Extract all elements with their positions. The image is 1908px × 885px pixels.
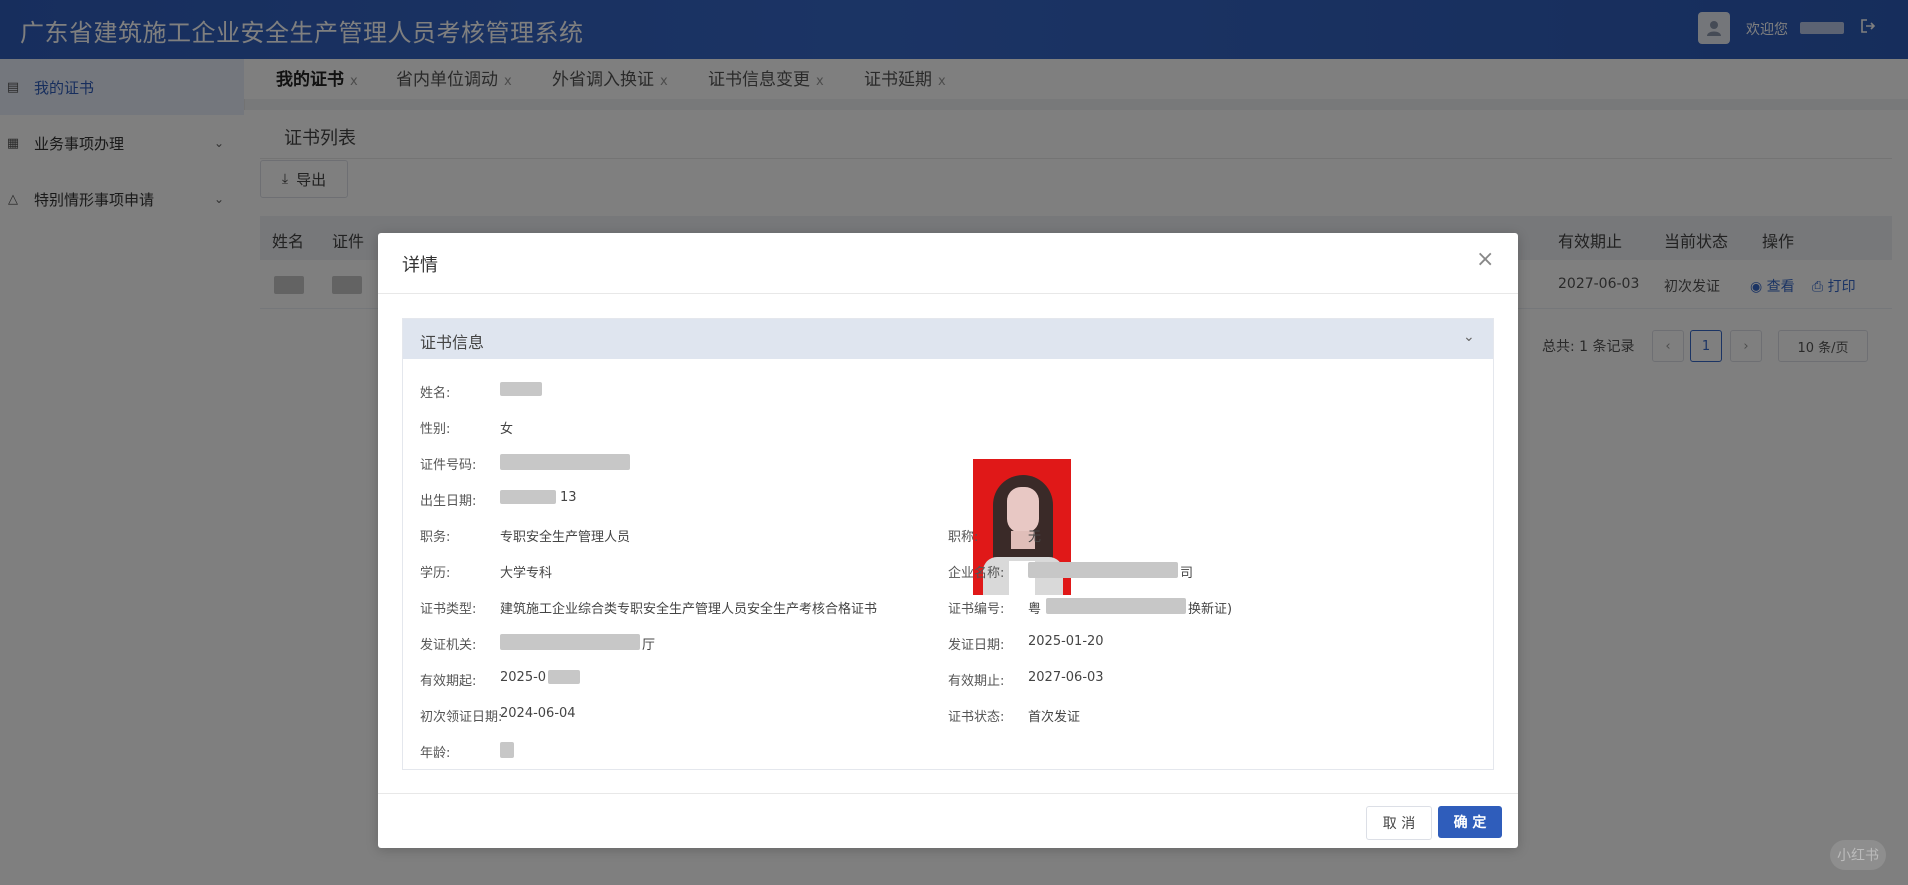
collapse-header[interactable]: 证书信息 ⌄ [403, 319, 1493, 359]
field-label: 职称: [948, 530, 979, 545]
details-dialog: 详情 × 证书信息 ⌄ 姓名: 性别: 女 证件号码: 出生日期: 13 职务:… [378, 233, 1518, 848]
field-value: 2024-06-04 [500, 706, 576, 721]
field-value: 13 [560, 490, 577, 505]
redacted-value [1028, 562, 1178, 578]
field-label: 证件号码: [420, 458, 477, 473]
field-value: 女 [500, 422, 514, 437]
field-label: 证书类型: [420, 602, 477, 617]
dialog-title: 详情 [402, 255, 438, 276]
field-label: 初次领证日期: [420, 710, 503, 725]
watermark-logo: 小红书 [1830, 840, 1886, 870]
field-value: 2027-06-03 [1028, 670, 1104, 685]
redacted-value [500, 382, 542, 396]
section-title: 证书信息 [420, 333, 485, 352]
redacted-value [500, 490, 556, 504]
field-value: 大学专科 [500, 566, 553, 581]
field-label: 性别: [420, 422, 451, 437]
field-label: 证书编号: [948, 602, 1005, 617]
field-label: 有效期止: [948, 674, 1005, 689]
field-value: 2025-01-20 [1028, 634, 1104, 649]
dialog-footer: 取 消 确 定 [378, 793, 1518, 849]
field-value: 专职安全生产管理人员 [500, 530, 631, 545]
field-value: 首次发证 [1028, 710, 1081, 725]
redacted-value [500, 454, 630, 470]
field-label: 职务: [420, 530, 451, 545]
redacted-value [500, 742, 514, 758]
chevron-down-icon[interactable]: ⌄ [1463, 329, 1475, 345]
field-label: 证书状态: [948, 710, 1005, 725]
field-label: 姓名: [420, 386, 451, 401]
close-icon[interactable]: × [1476, 247, 1494, 272]
cancel-button[interactable]: 取 消 [1366, 806, 1432, 840]
field-value: 建筑施工企业综合类专职安全生产管理人员安全生产考核合格证书 [500, 602, 878, 617]
field-label: 年龄: [420, 746, 451, 761]
redacted-value [548, 670, 580, 684]
field-label: 企业名称: [948, 566, 1005, 581]
field-value: 无 [1028, 530, 1042, 545]
field-value: 粤 [1028, 602, 1042, 617]
field-value: 厅 [642, 638, 656, 653]
field-label: 有效期起: [420, 674, 477, 689]
redacted-value [500, 634, 640, 650]
field-value: 2025-0 [500, 670, 547, 685]
field-label: 出生日期: [420, 494, 477, 509]
certificate-info-panel: 证书信息 ⌄ 姓名: 性别: 女 证件号码: 出生日期: 13 职务: 专职安全… [402, 318, 1494, 770]
field-value: 司 [1180, 566, 1194, 581]
confirm-button[interactable]: 确 定 [1438, 806, 1502, 838]
field-label: 学历: [420, 566, 451, 581]
field-label: 发证日期: [948, 638, 1005, 653]
field-label: 发证机关: [420, 638, 477, 653]
redacted-value [1046, 598, 1186, 614]
dialog-header: 详情 × [378, 233, 1518, 294]
renewal-note: 换新证) [1188, 602, 1233, 617]
